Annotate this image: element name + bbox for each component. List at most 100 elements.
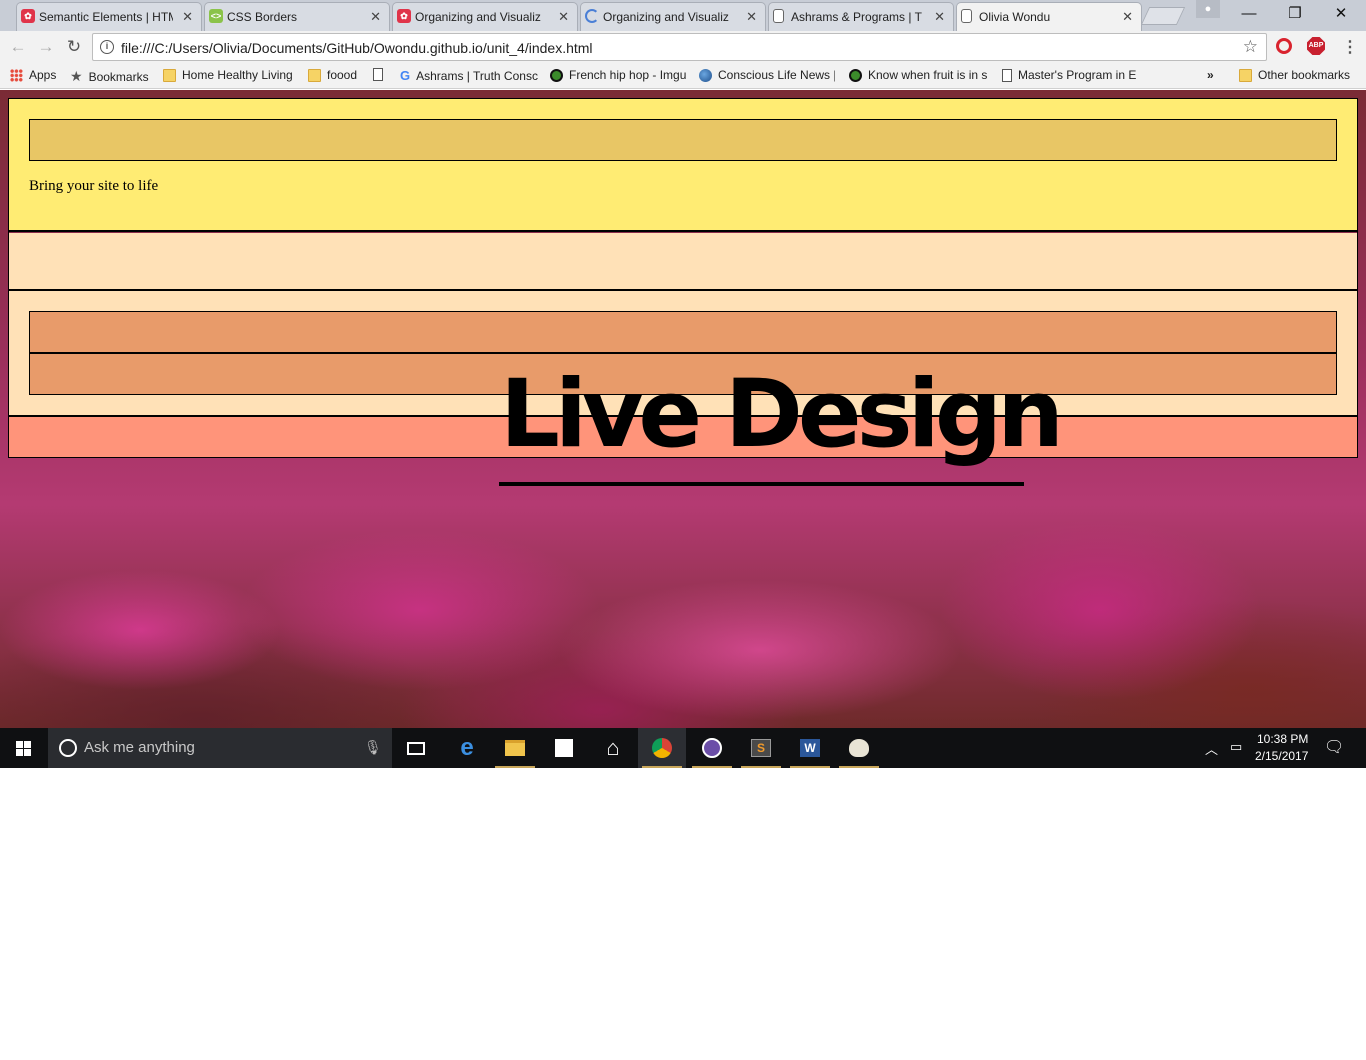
clock-date[interactable]: 2/15/2017	[1255, 749, 1308, 763]
new-tab-button[interactable]	[1140, 7, 1186, 25]
browser-toolbar: ← → ↻ i file:///C:/Users/Olivia/Document…	[0, 31, 1366, 63]
action-center-icon[interactable]: 🗨	[1324, 737, 1344, 757]
bookmarks-overflow-button[interactable]: »	[1207, 68, 1214, 82]
address-bar[interactable]: i file:///C:/Users/Olivia/Documents/GitH…	[92, 33, 1267, 61]
forward-icon[interactable]: →	[36, 37, 56, 57]
tab-ashrams-programs[interactable]: Ashrams & Programs | T ✕	[768, 2, 954, 31]
paint-icon[interactable]	[835, 728, 883, 768]
bookmark-conscious-life-news[interactable]: Conscious Life News |	[699, 68, 835, 82]
green-circle-icon	[849, 68, 862, 82]
bookmark-label: French hip hop - Imgu	[569, 68, 686, 82]
page-nav	[9, 233, 1357, 291]
header-bar	[29, 119, 1337, 161]
bookmarks-bar: Apps ★ Bookmarks Home Healthy Living foo…	[0, 63, 1366, 89]
tray-chevron-icon[interactable]: ︿	[1205, 739, 1218, 758]
back-icon[interactable]: ←	[8, 37, 28, 57]
bookmark-bookmarks[interactable]: ★ Bookmarks	[70, 68, 149, 85]
bookmark-foood[interactable]: foood	[308, 68, 357, 82]
bookmark-know-when-fruit[interactable]: Know when fruit is in s	[849, 68, 989, 82]
word-icon[interactable]: W	[786, 728, 834, 768]
minimize-button[interactable]: —	[1226, 0, 1272, 30]
store-icon[interactable]	[540, 728, 588, 768]
opera-extension-icon[interactable]	[1276, 38, 1292, 54]
close-icon[interactable]: ✕	[182, 9, 193, 25]
home-icon[interactable]: ⌂	[589, 728, 637, 768]
tab-label: Ashrams & Programs | T	[791, 10, 922, 24]
tab-css-borders[interactable]: <> CSS Borders ✕	[204, 2, 390, 31]
tab-semantic-elements[interactable]: ✿ Semantic Elements | HTM ✕	[16, 2, 202, 31]
chrome-icon[interactable]	[638, 728, 686, 768]
tagline: Bring your site to life	[29, 178, 159, 194]
screen: ✿ Semantic Elements | HTM ✕ <> CSS Borde…	[0, 0, 1366, 768]
w3-red-icon: ✿	[21, 9, 35, 23]
close-icon[interactable]: ✕	[558, 9, 569, 25]
clock-time[interactable]: 10:38 PM	[1257, 732, 1308, 746]
file-explorer-icon[interactable]	[491, 728, 539, 768]
apps-grid-icon	[10, 68, 23, 82]
bookmark-label: Conscious Life News |	[718, 68, 835, 82]
google-icon: G	[400, 68, 411, 83]
tab-strip: ✿ Semantic Elements | HTM ✕ <> CSS Borde…	[0, 0, 1366, 31]
folder-icon	[308, 68, 321, 82]
close-icon[interactable]: ✕	[370, 9, 381, 25]
cortana-search-box[interactable]: Ask me anything 🎙	[48, 728, 392, 768]
search-placeholder: Ask me anything	[84, 739, 195, 756]
microphone-icon[interactable]: 🎙	[364, 739, 382, 756]
folder-icon	[163, 68, 176, 82]
bookmark-star-icon[interactable]: ☆	[1243, 37, 1258, 57]
w3-red-icon: ✿	[397, 9, 411, 23]
page-viewport: Bring your site to life Live Design	[0, 90, 1366, 728]
green-circle-icon	[550, 68, 563, 82]
windows-taskbar: Ask me anything 🎙 e ⌂ S W ︿ ▭ 10:38 PM 2…	[0, 728, 1366, 768]
bookmark-ashrams-truth[interactable]: G Ashrams | Truth Consc	[400, 68, 538, 83]
bookmark-label: Know when fruit is in s	[868, 68, 988, 82]
page-icon	[773, 9, 784, 23]
close-window-button[interactable]: ✕	[1318, 0, 1364, 30]
tab-organizing-visualizing-1[interactable]: ✿ Organizing and Visualiz ✕	[392, 2, 578, 31]
bookmark-apps[interactable]: Apps	[10, 68, 56, 82]
bookmark-label: Other bookmarks	[1258, 68, 1351, 82]
bookmark-home-healthy-living[interactable]: Home Healthy Living	[163, 68, 293, 82]
bookmark-label: foood	[327, 68, 358, 82]
tab-label: Semantic Elements | HTM	[39, 10, 173, 24]
tab-organizing-visualizing-2[interactable]: Organizing and Visualiz ✕	[580, 2, 766, 31]
green-code-icon: <>	[209, 9, 223, 23]
page-icon	[961, 9, 972, 23]
bookmark-french-hip-hop[interactable]: French hip hop - Imgu	[550, 68, 686, 82]
tab-label: CSS Borders	[227, 10, 298, 24]
bookmark-label: Home Healthy Living	[182, 68, 293, 82]
restore-button[interactable]: ❐	[1272, 0, 1318, 30]
close-icon[interactable]: ✕	[746, 9, 757, 25]
bookmark-label: Bookmarks	[88, 69, 149, 84]
bookmark-masters-program[interactable]: Master's Program in E	[1002, 68, 1136, 82]
page-headline: Live Design	[500, 360, 1064, 469]
main-bar	[29, 311, 1337, 353]
close-icon[interactable]: ✕	[934, 9, 945, 25]
tab-label: Olivia Wondu	[979, 10, 1051, 24]
battery-icon[interactable]: ▭	[1230, 739, 1242, 755]
chrome-menu-icon[interactable]: ⋮	[1342, 37, 1358, 57]
tab-label: Organizing and Visualiz	[603, 10, 729, 24]
other-bookmarks[interactable]: Other bookmarks	[1239, 68, 1350, 82]
info-icon[interactable]: i	[100, 40, 114, 54]
edge-icon[interactable]: e	[443, 728, 491, 768]
bookmark-label: Ashrams | Truth Consc	[416, 68, 538, 83]
reload-icon[interactable]: ↻	[64, 37, 84, 57]
cortana-icon	[59, 739, 77, 757]
page-header: Bring your site to life	[9, 99, 1357, 232]
headline-underline	[499, 482, 1024, 486]
url-text: file:///C:/Users/Olivia/Documents/GitHub…	[121, 40, 593, 56]
profile-icon[interactable]: ●	[1196, 0, 1220, 18]
page-icon	[373, 68, 383, 81]
bookmark-blank-page[interactable]	[373, 68, 389, 81]
sublime-text-icon[interactable]: S	[737, 728, 785, 768]
task-view-icon[interactable]	[392, 728, 440, 768]
cat-app-icon[interactable]	[688, 728, 736, 768]
bookmark-label: Apps	[29, 68, 57, 82]
page-icon	[1002, 68, 1012, 82]
adblock-plus-icon[interactable]: ABP	[1307, 37, 1325, 55]
tab-olivia-wondu[interactable]: Olivia Wondu ✕	[956, 2, 1142, 31]
tab-label: Organizing and Visualiz	[415, 10, 541, 24]
close-icon[interactable]: ✕	[1122, 9, 1133, 25]
windows-start-icon[interactable]	[0, 728, 48, 768]
